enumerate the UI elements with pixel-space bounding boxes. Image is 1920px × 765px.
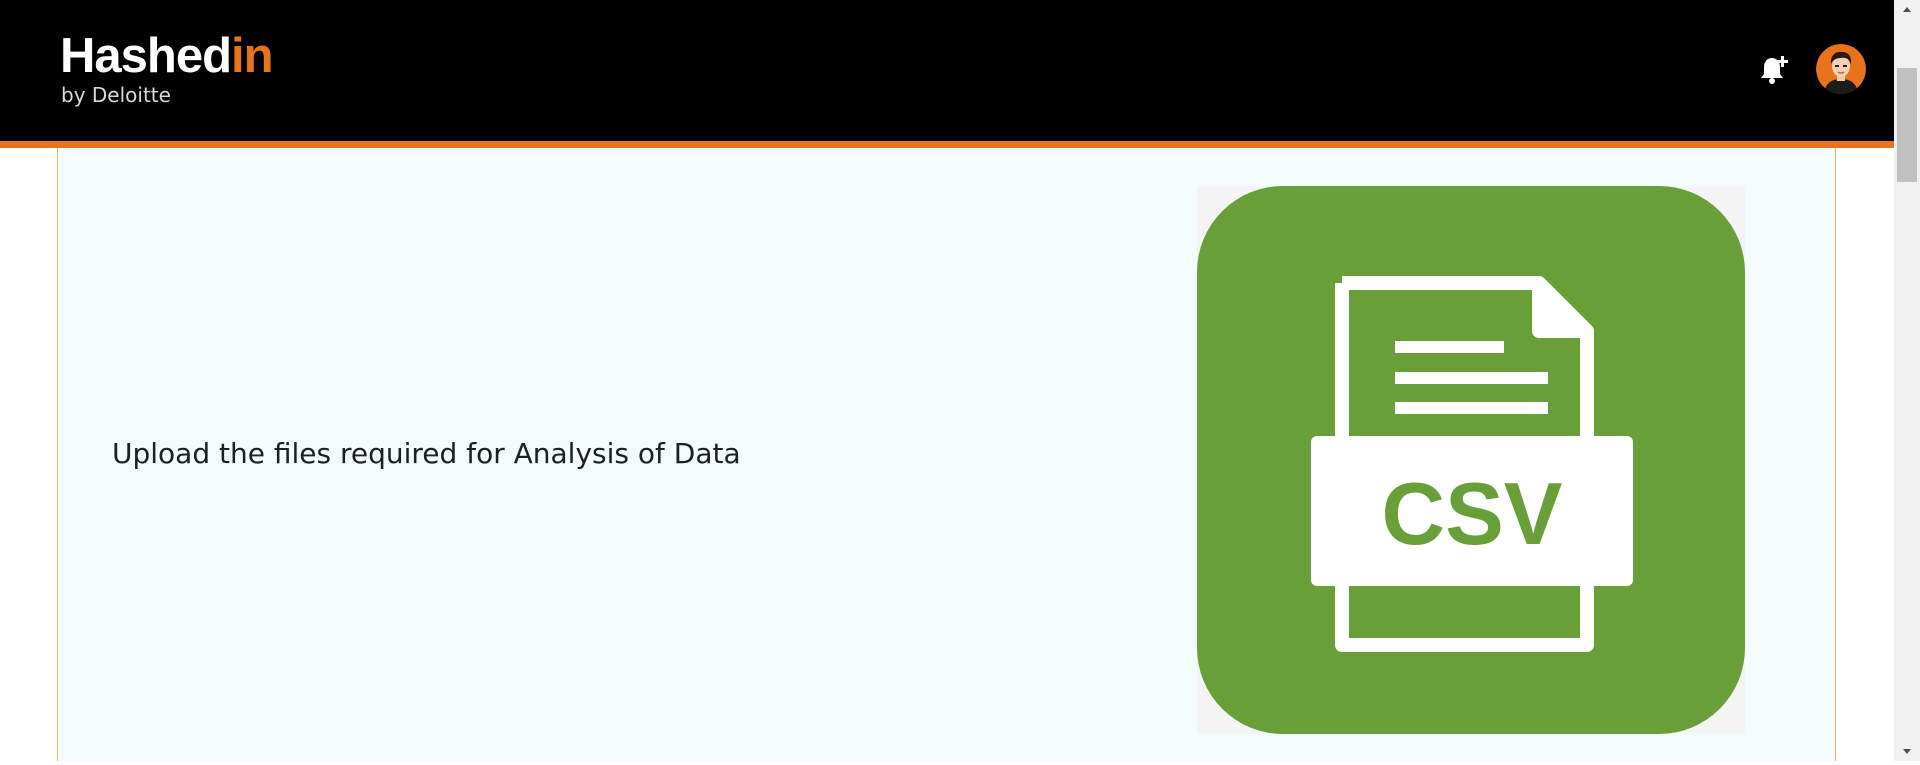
top-navbar: Hashedin by Deloitte xyxy=(0,0,1894,141)
user-avatar-icon xyxy=(1816,44,1866,94)
logo-wordmark: Hashedin xyxy=(60,28,274,84)
scroll-up-arrow-icon xyxy=(1903,7,1911,12)
user-avatar[interactable] xyxy=(1816,44,1866,94)
page-viewport: Hashedin by Deloitte Upload the files re… xyxy=(0,0,1894,761)
csv-file-icon: CSV xyxy=(1197,186,1745,734)
header-accent-stripe xyxy=(0,141,1894,148)
notification-bell-icon[interactable] xyxy=(1756,52,1792,88)
bell-plus-icon xyxy=(1761,56,1788,84)
logo-word-main: Hashed xyxy=(60,29,232,83)
logo-tagline: by Deloitte xyxy=(61,83,171,107)
csv-label: CSV xyxy=(1382,464,1563,563)
scroll-up-button[interactable] xyxy=(1894,0,1920,20)
vertical-scrollbar[interactable] xyxy=(1894,0,1920,761)
hashedin-logo[interactable]: Hashedin by Deloitte xyxy=(60,28,300,112)
scroll-down-arrow-icon xyxy=(1903,749,1911,754)
csv-file-image: CSV xyxy=(1197,186,1745,734)
logo-word-accent: in xyxy=(231,29,274,83)
scroll-down-button[interactable] xyxy=(1894,741,1920,761)
scrollbar-thumb[interactable] xyxy=(1897,68,1917,182)
upload-message: Upload the files required for Analysis o… xyxy=(112,437,741,470)
upload-info-card: Upload the files required for Analysis o… xyxy=(57,148,1836,761)
